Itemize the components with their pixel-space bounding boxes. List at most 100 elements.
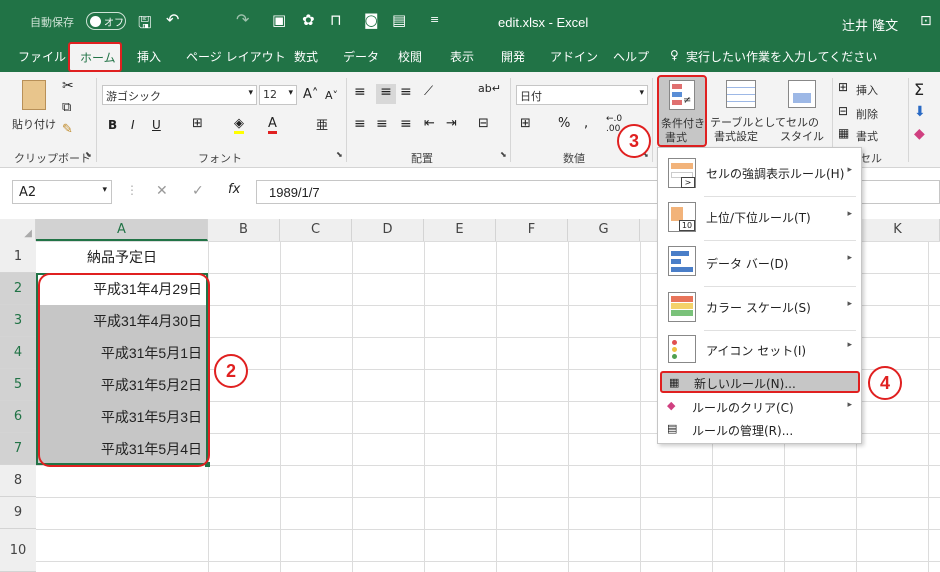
- merge-center-icon[interactable]: ⊟: [478, 116, 489, 131]
- chart-icon[interactable]: ⊓: [330, 11, 342, 29]
- fill-icon[interactable]: ⬇: [914, 104, 926, 120]
- column-header-d[interactable]: D: [352, 219, 424, 241]
- select-all-button[interactable]: ◢: [0, 219, 36, 241]
- redo-icon[interactable]: ↷: [236, 10, 249, 29]
- tab-data[interactable]: データ: [343, 48, 379, 65]
- column-header-c[interactable]: C: [280, 219, 352, 241]
- menu-color-scales[interactable]: カラー スケール(S) ▸: [660, 286, 860, 328]
- align-middle-icon[interactable]: ≡: [376, 84, 396, 104]
- row-header-6[interactable]: 6: [0, 401, 36, 433]
- tab-help[interactable]: ヘルプ: [613, 48, 649, 65]
- shrink-font-icon[interactable]: A˅: [325, 89, 338, 102]
- accounting-format-icon[interactable]: ⊞: [520, 116, 531, 131]
- font-color-icon[interactable]: A: [268, 116, 277, 134]
- phonetic-icon[interactable]: 亜: [316, 116, 328, 133]
- row-header-7[interactable]: 7: [0, 433, 36, 465]
- format-cells-icon[interactable]: ▦: [838, 126, 849, 140]
- grow-font-icon[interactable]: A˄: [303, 87, 318, 102]
- row-header-3[interactable]: 3: [0, 305, 36, 337]
- number-format-dropdown[interactable]: 日付 ▾: [516, 85, 648, 105]
- form-icon[interactable]: ▤: [392, 11, 406, 29]
- insert-cells-button[interactable]: 挿入: [856, 82, 878, 98]
- cell-a1[interactable]: 納品予定日: [36, 241, 208, 273]
- camera-icon[interactable]: ◙: [364, 11, 379, 29]
- increase-indent-icon[interactable]: ⇥: [446, 116, 457, 131]
- column-header-g[interactable]: G: [568, 219, 640, 241]
- tell-me-box[interactable]: 実行したい作業を入力してください: [686, 48, 877, 65]
- wrap-text-icon[interactable]: ab↵: [478, 82, 501, 95]
- column-header-k[interactable]: K: [856, 219, 940, 241]
- orientation-icon[interactable]: ⟋: [424, 84, 433, 99]
- menu-highlight-rules[interactable]: > セルの強調表示ルール(H) ▸: [660, 152, 860, 194]
- tab-review[interactable]: 校閲: [398, 48, 422, 65]
- cell-styles-label-2[interactable]: スタイル: [780, 128, 824, 144]
- font-name-dropdown[interactable]: 游ゴシック ▾: [102, 85, 257, 105]
- row-header-4[interactable]: 4: [0, 337, 36, 369]
- column-header-e[interactable]: E: [424, 219, 496, 241]
- alignment-launcher-icon[interactable]: ⬊: [500, 150, 507, 159]
- tab-developer[interactable]: 開発: [501, 48, 525, 65]
- column-header-b[interactable]: B: [208, 219, 280, 241]
- clipboard-launcher-icon[interactable]: ⬊: [85, 150, 92, 159]
- clear-icon[interactable]: ◆: [914, 126, 925, 142]
- menu-data-bars[interactable]: データ バー(D) ▸: [660, 240, 860, 284]
- ribbon-display-icon[interactable]: ⊡: [920, 13, 932, 29]
- paste-button[interactable]: 貼り付け: [12, 116, 56, 132]
- conditional-formatting-button[interactable]: ≠ 条件付き 書式: [657, 75, 707, 147]
- align-left-icon[interactable]: ≡: [354, 116, 366, 132]
- font-launcher-icon[interactable]: ⬊: [336, 150, 343, 159]
- column-header-f[interactable]: F: [496, 219, 568, 241]
- tab-view[interactable]: 表示: [450, 48, 474, 65]
- align-bottom-icon[interactable]: ≡: [400, 84, 412, 100]
- customize-qat-icon[interactable]: ≡: [430, 13, 439, 26]
- format-as-table-label-2[interactable]: 書式設定: [714, 128, 758, 144]
- format-as-table-icon[interactable]: [726, 80, 756, 108]
- cut-icon[interactable]: ✂: [62, 78, 74, 94]
- row-header-10[interactable]: 10: [0, 529, 36, 572]
- row-header-5[interactable]: 5: [0, 369, 36, 401]
- fill-color-icon[interactable]: ◈: [234, 116, 244, 134]
- undo-icon[interactable]: ↶: [166, 10, 179, 29]
- format-cells-button[interactable]: 書式: [856, 128, 878, 144]
- menu-manage-rules[interactable]: ▤ ルールの管理(R)...: [660, 419, 860, 441]
- row-header-2[interactable]: 2: [0, 273, 36, 305]
- save-icon[interactable]: 🖫: [138, 12, 152, 39]
- print-preview-icon[interactable]: ▣: [272, 11, 286, 29]
- menu-icon-sets[interactable]: アイコン セット(I) ▸: [660, 330, 860, 368]
- font-size-dropdown[interactable]: 12 ▾: [259, 85, 297, 105]
- tab-formulas[interactable]: 数式: [294, 48, 318, 65]
- cell-styles-icon[interactable]: [788, 80, 816, 108]
- paste-icon[interactable]: [22, 80, 46, 110]
- delete-cells-icon[interactable]: ⊟: [838, 104, 848, 118]
- align-top-icon[interactable]: ≡: [354, 84, 366, 100]
- align-center-icon[interactable]: ≡: [376, 116, 388, 132]
- name-box[interactable]: A2 ▾: [12, 180, 112, 204]
- autosum-icon[interactable]: Σ: [914, 80, 924, 99]
- delete-cells-button[interactable]: 削除: [856, 106, 878, 122]
- align-right-icon[interactable]: ≡: [400, 116, 412, 132]
- format-painter-icon[interactable]: ✎: [62, 122, 73, 137]
- column-header-a[interactable]: A: [36, 219, 208, 241]
- decrease-indent-icon[interactable]: ⇤: [424, 116, 435, 131]
- tab-addins[interactable]: アドイン: [550, 48, 598, 65]
- row-header-1[interactable]: 1: [0, 241, 36, 273]
- italic-button[interactable]: I: [131, 118, 135, 132]
- underline-button[interactable]: U: [152, 118, 161, 132]
- percent-button[interactable]: %: [558, 116, 570, 131]
- border-icon[interactable]: ⊞: [192, 116, 203, 131]
- tab-page-layout[interactable]: ページ レイアウト: [186, 48, 286, 65]
- enter-icon[interactable]: ✓: [192, 183, 204, 199]
- menu-top-bottom-rules[interactable]: 10 上位/下位ルール(T) ▸: [660, 196, 860, 238]
- cancel-icon[interactable]: ✕: [156, 183, 168, 199]
- quick-access-icon[interactable]: ✿: [302, 11, 315, 29]
- user-name[interactable]: 辻井 隆文: [842, 15, 898, 34]
- insert-function-button[interactable]: fx: [228, 182, 240, 197]
- row-header-9[interactable]: 9: [0, 497, 36, 529]
- bold-button[interactable]: B: [108, 118, 117, 132]
- tab-insert[interactable]: 挿入: [137, 48, 161, 65]
- insert-cells-icon[interactable]: ⊞: [838, 80, 848, 94]
- copy-icon[interactable]: ⧉: [62, 100, 71, 115]
- tab-home[interactable]: ホーム: [68, 42, 122, 72]
- comma-style-icon[interactable]: ,: [584, 116, 588, 131]
- tab-file[interactable]: ファイル: [18, 48, 66, 65]
